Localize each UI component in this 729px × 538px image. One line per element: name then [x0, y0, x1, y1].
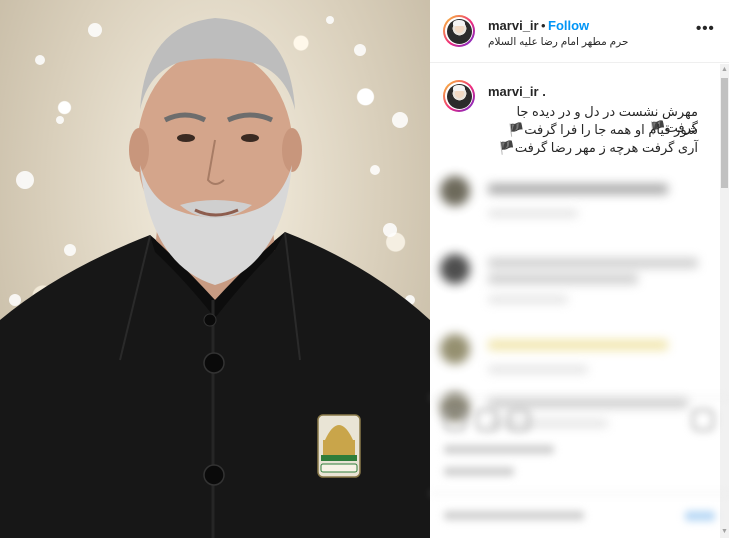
caption-line: شور قیام او همه جا را فرا گرفت🏴 [508, 122, 698, 137]
comment-avatar [440, 254, 470, 284]
lapel-badge [317, 414, 361, 478]
comment-text [488, 258, 698, 268]
follow-button[interactable]: Follow [548, 18, 589, 33]
post-date [444, 467, 514, 476]
header-username[interactable]: marvi_ir [488, 18, 539, 33]
post-header: marvi_ir • Follow حرم مطهر امام رضا علیه… [430, 0, 729, 63]
scroll-thumb[interactable] [721, 78, 728, 188]
post-side-panel: marvi_ir • Follow حرم مطهر امام رضا علیه… [430, 0, 729, 538]
caption-line: آری گرفت هرچه ز مهر رضا گرفت🏴 [498, 140, 698, 155]
comment-meta [488, 210, 578, 217]
divider [430, 397, 729, 398]
blurred-actions [430, 395, 729, 538]
post-button [685, 511, 715, 521]
like-icon [444, 409, 466, 431]
portrait-illustration [0, 16, 430, 538]
comment-input [444, 511, 584, 520]
save-icon [692, 409, 714, 431]
more-options-icon[interactable]: ••• [696, 20, 715, 37]
comment-avatar [440, 334, 470, 364]
comment-text [488, 274, 638, 284]
scroll-up-icon[interactable]: ▲ [720, 66, 729, 75]
profile-avatar[interactable] [443, 15, 475, 47]
caption-username[interactable]: marvi_ir . [488, 84, 546, 99]
divider [430, 493, 729, 494]
comment-meta [488, 296, 568, 303]
share-icon [508, 409, 530, 431]
post-photo[interactable] [0, 0, 430, 538]
likes-count [444, 445, 554, 454]
caption-avatar[interactable] [443, 80, 475, 112]
comment-text [488, 340, 668, 350]
comment-text [488, 184, 668, 194]
location-link[interactable]: حرم مطهر امام رضا علیه السلام [488, 36, 628, 48]
comment-meta [488, 366, 588, 373]
comment-icon [476, 409, 498, 431]
comment-avatar [440, 176, 470, 206]
header-separator: • [541, 18, 546, 33]
